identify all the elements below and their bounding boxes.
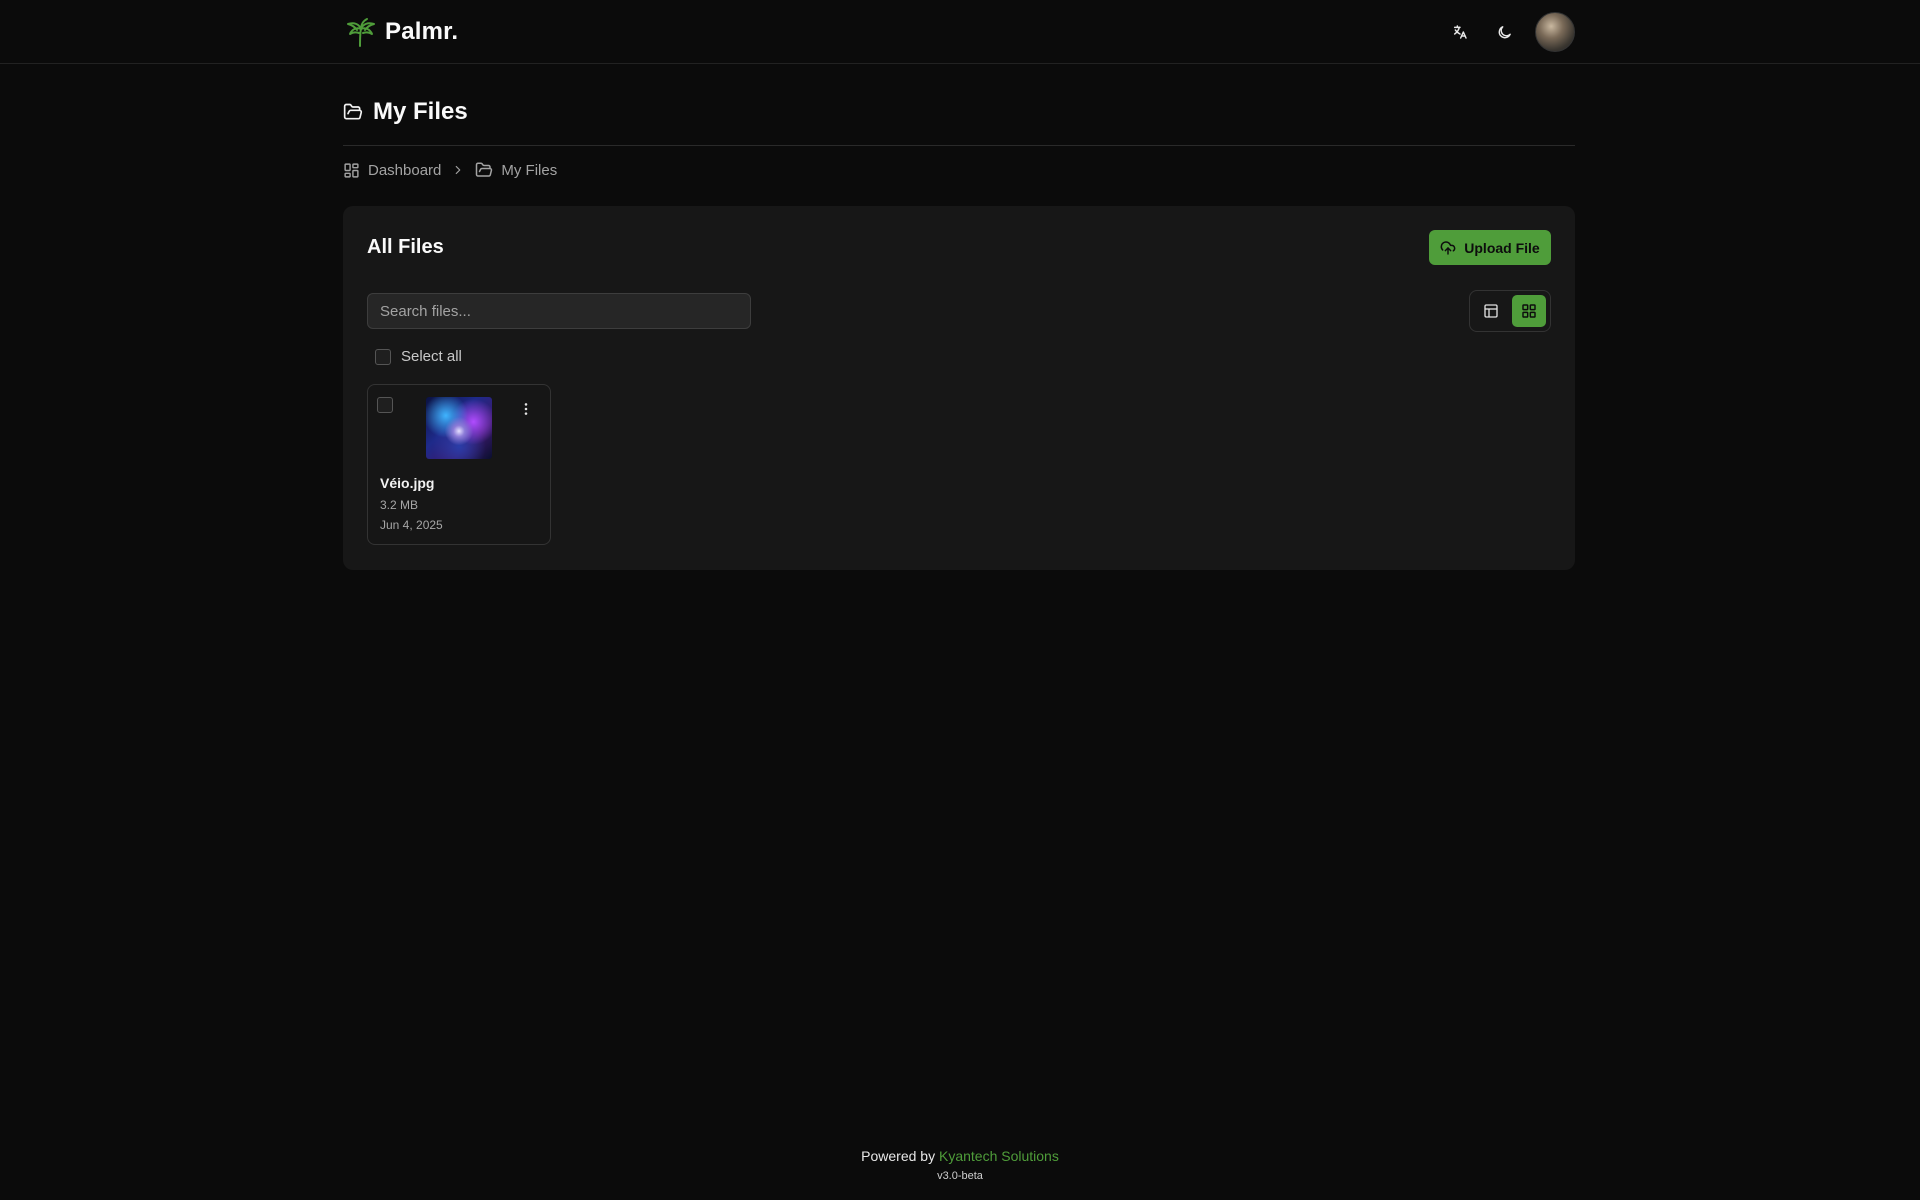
powered-by: Powered by Kyantech Solutions: [0, 1148, 1920, 1164]
more-vertical-icon: [524, 403, 528, 415]
file-checkbox[interactable]: [377, 397, 393, 413]
panel-title: All Files: [367, 236, 444, 258]
grid-view-button[interactable]: [1512, 295, 1546, 327]
upload-file-label: Upload File: [1464, 239, 1540, 256]
table-view-button[interactable]: [1474, 295, 1508, 327]
breadcrumb: Dashboard My Files: [343, 161, 557, 179]
file-date: Jun 4, 2025: [380, 518, 443, 532]
file-thumbnail: [426, 397, 492, 459]
footer: Powered by Kyantech Solutions v3.0-beta: [0, 1148, 1920, 1182]
page-title: My Files: [343, 98, 468, 126]
breadcrumb-my-files-label: My Files: [501, 161, 558, 179]
select-all[interactable]: Select all: [375, 348, 462, 365]
grid-icon: [1522, 304, 1536, 318]
top-bar: Palmr.: [0, 0, 1920, 64]
file-menu-button[interactable]: [516, 399, 536, 419]
divider: [343, 145, 1575, 146]
powered-by-prefix: Powered by: [861, 1148, 936, 1164]
dashboard-grid-icon: [344, 162, 359, 178]
breadcrumb-dashboard-label: Dashboard: [368, 161, 442, 179]
view-mode-toggle: [1469, 290, 1551, 332]
file-card[interactable]: Véio.jpg 3.2 MB Jun 4, 2025: [367, 384, 551, 545]
folder-open-icon: [476, 162, 493, 177]
file-size: 3.2 MB: [380, 498, 419, 512]
palm-tree-icon: [347, 18, 375, 47]
version-label: v3.0-beta: [937, 1170, 983, 1182]
search-input[interactable]: [367, 293, 751, 329]
table-icon: [1484, 304, 1498, 318]
folder-open-icon: [343, 103, 363, 120]
files-panel: All Files Upload File Select all: [343, 206, 1575, 570]
chevron-right-icon: [456, 165, 461, 175]
page-title-text: My Files: [373, 98, 468, 125]
theme-toggle-button[interactable]: [1491, 19, 1517, 45]
breadcrumb-my-files[interactable]: My Files: [475, 161, 557, 179]
language-button[interactable]: [1447, 19, 1473, 45]
breadcrumb-dashboard[interactable]: Dashboard: [343, 162, 441, 179]
header-actions: [1447, 12, 1575, 52]
user-avatar[interactable]: [1535, 12, 1575, 52]
upload-file-button[interactable]: Upload File: [1429, 230, 1551, 265]
brand[interactable]: Palmr.: [343, 15, 458, 49]
brand-name: Palmr.: [385, 18, 459, 45]
file-name: Véio.jpg: [380, 475, 435, 491]
cloud-upload-icon: [1440, 240, 1456, 255]
translate-icon: [1453, 25, 1467, 39]
moon-icon: [1498, 25, 1511, 38]
select-all-checkbox[interactable]: [375, 348, 391, 365]
kyantech-link[interactable]: Kyantech Solutions: [939, 1148, 1059, 1164]
select-all-label: Select all: [401, 348, 462, 365]
